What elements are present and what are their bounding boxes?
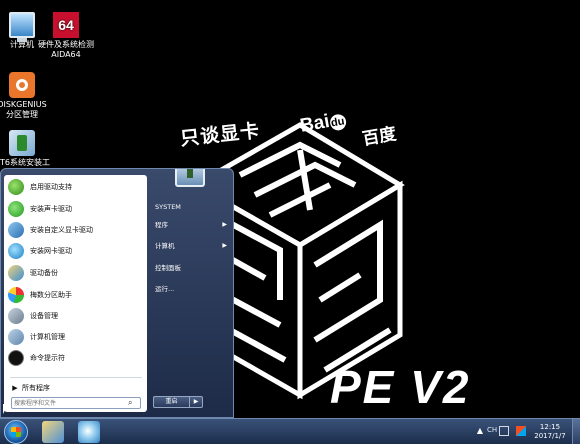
wallpaper-version: PE V2: [330, 361, 471, 413]
command-prompt-icon: [8, 350, 24, 366]
program-item-partition-assistant[interactable]: 梅数分区助手: [4, 285, 147, 305]
restart-options-arrow-icon[interactable]: ▶: [189, 397, 202, 407]
program-label: 安装网卡驱动: [30, 247, 72, 255]
device-manager-icon: [8, 308, 24, 324]
right-item-label: 程序: [155, 221, 168, 229]
program-item-computer-management[interactable]: 计算机管理: [4, 327, 147, 347]
right-item-run[interactable]: 运行...: [155, 282, 231, 296]
start-menu-right-pane: SYSTEM 程序 ▶ 计算机 ▶ 控制面板 运行...: [151, 169, 233, 417]
driver-backup-icon: [8, 265, 24, 281]
taskbar-app-driver-tool-icon[interactable]: [42, 421, 64, 443]
driver-support-icon: [8, 179, 24, 195]
audio-driver-icon: [8, 201, 24, 217]
search-input[interactable]: [12, 398, 128, 408]
right-item-label: 控制面板: [155, 264, 181, 272]
tray-expand-icon[interactable]: ▲: [475, 426, 485, 436]
all-programs-button[interactable]: ▶ 所有程序: [4, 381, 147, 395]
program-item-display-driver[interactable]: 安装自定义显卡驱动: [4, 220, 147, 240]
program-item-driver-support[interactable]: 启用驱动支持: [4, 177, 147, 197]
action-center-flag-icon[interactable]: [516, 426, 526, 436]
taskbar-app-search-tool-icon[interactable]: [78, 421, 100, 443]
submenu-arrow-icon: ▶: [222, 242, 227, 249]
program-label: 计算机管理: [30, 333, 65, 341]
program-item-driver-backup[interactable]: 驱动备份: [4, 263, 147, 283]
mouse-cursor-icon: [3, 404, 8, 414]
right-item-label: SYSTEM: [155, 203, 181, 211]
clock-date: 2017/1/7: [534, 432, 566, 440]
program-label: 梅数分区助手: [30, 291, 72, 299]
taskbar-clock[interactable]: 12:15 2017/1/7: [530, 423, 570, 441]
baidu-paw-icon: du: [328, 113, 347, 132]
right-item-label: 计算机: [155, 242, 175, 250]
show-desktop-button[interactable]: [572, 419, 580, 444]
program-label: 启用驱动支持: [30, 183, 72, 191]
restart-label: 重启: [165, 398, 178, 405]
start-button[interactable]: [4, 420, 28, 444]
program-item-device-manager[interactable]: 设备管理: [4, 306, 147, 326]
right-item-system[interactable]: SYSTEM: [155, 200, 231, 214]
computer-management-icon: [8, 329, 24, 345]
right-item-computer[interactable]: 计算机 ▶: [155, 239, 231, 253]
right-item-label: 运行...: [155, 285, 175, 293]
program-item-audio-driver[interactable]: 安装声卡驱动: [4, 199, 147, 219]
start-menu: 启用驱动支持 安装声卡驱动 安装自定义显卡驱动 安装网卡驱动 驱动备份 梅数分区…: [0, 168, 234, 418]
program-label: 安装声卡驱动: [30, 205, 72, 213]
program-item-command-prompt[interactable]: 命令提示符: [4, 348, 147, 368]
chevron-right-icon: ▶: [12, 384, 18, 392]
right-item-programs[interactable]: 程序 ▶: [155, 218, 231, 232]
start-menu-programs: 启用驱动支持 安装声卡驱动 安装自定义显卡驱动 安装网卡驱动 驱动备份 梅数分区…: [4, 175, 147, 412]
start-search-box: ⌕: [11, 397, 141, 409]
partition-assistant-icon: [8, 287, 24, 303]
menu-divider: [10, 377, 142, 378]
program-item-network-driver[interactable]: 安装网卡驱动: [4, 241, 147, 261]
network-icon[interactable]: [499, 426, 509, 436]
program-label: 命令提示符: [30, 354, 65, 362]
taskbar: ▲ CH 12:15 2017/1/7: [0, 418, 580, 444]
program-label: 安装自定义显卡驱动: [30, 226, 93, 234]
tray-input-indicator[interactable]: CH: [487, 426, 497, 434]
program-label: 设备管理: [30, 312, 58, 320]
all-programs-label: 所有程序: [22, 384, 50, 392]
right-item-control-panel[interactable]: 控制面板: [155, 261, 231, 275]
network-driver-icon: [8, 243, 24, 259]
restart-button[interactable]: 重启 ▶: [153, 396, 203, 408]
clock-time: 12:15: [539, 423, 561, 431]
baidu-text: Bai: [298, 110, 332, 137]
search-icon[interactable]: ⌕: [128, 398, 132, 408]
submenu-arrow-icon: ▶: [222, 221, 227, 228]
program-label: 驱动备份: [30, 269, 58, 277]
display-driver-icon: [8, 222, 24, 238]
user-avatar[interactable]: [175, 169, 205, 187]
